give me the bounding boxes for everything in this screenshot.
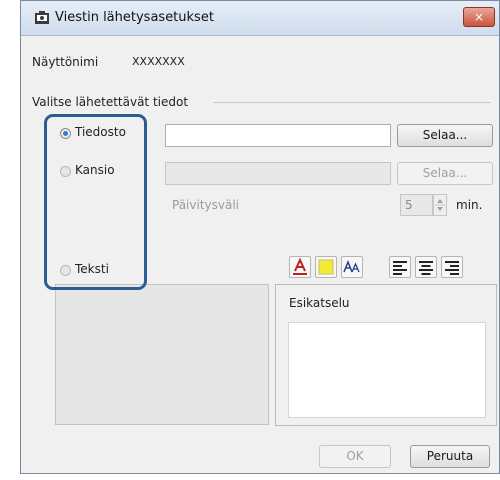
display-name-value: XXXXXXX xyxy=(132,55,185,68)
background-color-button[interactable] xyxy=(315,256,337,278)
preview-area xyxy=(288,322,486,418)
text-input-area[interactable] xyxy=(55,284,269,425)
window-title: Viestin lähetysasetukset xyxy=(55,10,214,25)
align-right-icon xyxy=(445,261,459,275)
section-label: Valitse lähetettävät tiedot xyxy=(32,95,189,109)
background-color-icon xyxy=(318,259,334,275)
align-left-icon xyxy=(393,261,407,275)
font-size-button[interactable] xyxy=(341,256,363,278)
align-right-button[interactable] xyxy=(441,256,463,278)
radio-options-highlight xyxy=(44,114,147,290)
align-center-button[interactable] xyxy=(415,256,437,278)
cancel-button[interactable]: Peruuta xyxy=(410,445,490,468)
font-color-button[interactable] xyxy=(289,256,311,278)
ok-button[interactable]: OK xyxy=(319,445,391,468)
update-interval-input[interactable]: 5 xyxy=(400,194,433,216)
preview-label: Esikatselu xyxy=(289,296,350,310)
app-icon xyxy=(35,11,49,24)
folder-browse-button[interactable]: Selaa... xyxy=(397,162,493,185)
section-divider xyxy=(213,102,491,103)
file-path-input[interactable] xyxy=(165,124,391,147)
update-interval-unit: min. xyxy=(456,198,483,212)
title-bar: Viestin lähetysasetukset × xyxy=(21,1,499,36)
align-left-button[interactable] xyxy=(389,256,411,278)
display-name-label: Näyttönimi xyxy=(32,55,99,69)
align-center-icon xyxy=(419,261,433,275)
close-button[interactable]: × xyxy=(463,7,495,27)
preview-panel: Esikatselu xyxy=(275,284,497,426)
update-interval-spinner[interactable] xyxy=(433,194,447,216)
update-interval-value: 5 xyxy=(405,198,413,212)
file-browse-button[interactable]: Selaa... xyxy=(397,124,493,147)
folder-path-input[interactable] xyxy=(165,162,391,185)
spinner-arrows-icon xyxy=(435,199,445,211)
font-color-icon xyxy=(293,257,307,275)
font-size-icon xyxy=(343,259,360,273)
update-interval-label: Päivitysväli xyxy=(172,198,240,212)
